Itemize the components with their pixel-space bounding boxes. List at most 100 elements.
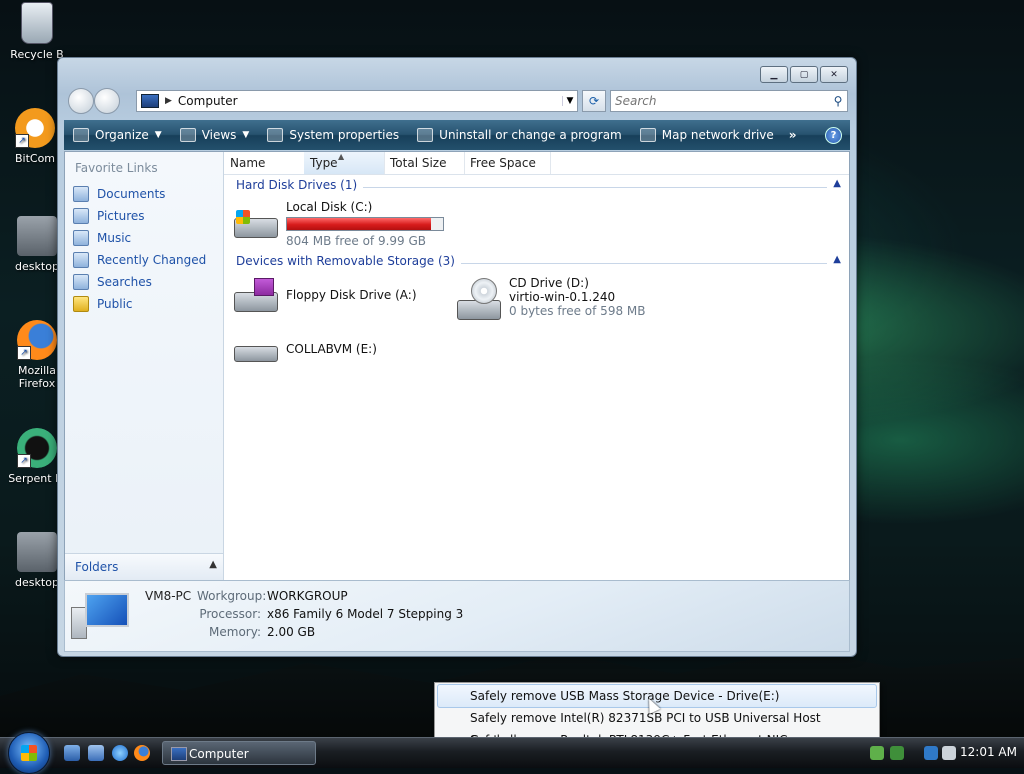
minimize-button[interactable]: ▁ (760, 66, 788, 83)
safely-remove-hardware-icon[interactable] (870, 746, 884, 760)
explorer-window: ▁ ▢ ✕ ▶ Computer ▼ ⟳ ⚲ Organize ▼ Views … (57, 57, 857, 657)
maximize-button[interactable]: ▢ (790, 66, 818, 83)
network-drive-icon (639, 128, 656, 142)
taskbar-button-computer[interactable]: Computer (162, 741, 316, 765)
drive-free-space: 804 MB free of 9.99 GB (286, 234, 427, 248)
organize-label: Organize (95, 128, 149, 142)
chevron-up-icon[interactable]: ▲ (833, 254, 841, 265)
network-icon[interactable] (924, 746, 938, 760)
explorer-content: Favorite Links Documents Pictures Music … (64, 151, 850, 581)
favorite-pictures[interactable]: Pictures (71, 205, 221, 227)
breadcrumb-arrow-icon[interactable]: ▶ (165, 96, 172, 106)
computer-name: VM8-PC (145, 589, 192, 603)
favorite-label: Pictures (97, 209, 145, 223)
map-network-drive-button[interactable]: Map network drive (631, 120, 783, 150)
close-button[interactable]: ✕ (820, 66, 848, 83)
column-total-size[interactable]: Total Size (384, 152, 465, 174)
chevron-up-icon[interactable]: ▲ (833, 178, 841, 189)
navigation-pane: Favorite Links Documents Pictures Music … (65, 152, 224, 580)
drive-local-disk-c[interactable]: Local Disk (C:) 804 MB free of 9.99 GB (232, 200, 444, 248)
recent-icon (73, 252, 89, 268)
group-title: Devices with Removable Storage (3) (236, 254, 461, 268)
hard-disk-icon (232, 208, 280, 242)
toolbar-overflow-button[interactable]: » (783, 128, 803, 142)
search-box: ⚲ (610, 90, 848, 112)
search-icon[interactable]: ⚲ (829, 94, 847, 108)
system-properties-icon (267, 128, 284, 142)
show-desktop-icon[interactable] (64, 745, 80, 761)
views-label: Views (201, 128, 237, 142)
shortcut-arrow-icon: ↗ (17, 454, 31, 468)
folder-icon (73, 296, 89, 312)
back-button[interactable] (68, 88, 94, 114)
favorite-music[interactable]: Music (71, 227, 221, 249)
internet-explorer-icon[interactable] (112, 745, 128, 761)
clock[interactable]: 12:01 AM (960, 745, 1017, 759)
workgroup-label: Workgroup: (197, 589, 267, 603)
favorite-searches[interactable]: Searches (71, 271, 221, 293)
disk-usage-fill (287, 218, 431, 230)
processor-value: x86 Family 6 Model 7 Stepping 3 (267, 607, 464, 621)
help-button[interactable]: ? (825, 127, 842, 144)
notification-area: 12:01 AM (862, 738, 1024, 768)
workgroup-value: WORKGROUP (267, 589, 348, 603)
address-text: Computer (177, 94, 238, 108)
column-header-row: Name ▲ Type Total Size Free Space (224, 152, 849, 175)
refresh-button[interactable]: ⟳ (582, 90, 606, 112)
system-properties-button[interactable]: System properties (258, 120, 408, 150)
firefox-icon[interactable] (134, 745, 150, 761)
views-button[interactable]: Views ▼ (171, 120, 259, 150)
drive-volume-label: virtio-win-0.1.240 (509, 290, 616, 304)
column-name[interactable]: Name (224, 152, 305, 174)
computer-icon (171, 747, 187, 761)
security-icon[interactable] (890, 746, 904, 760)
uninstall-label: Uninstall or change a program (439, 128, 622, 142)
favorite-label: Music (97, 231, 132, 245)
forward-button[interactable] (94, 88, 120, 114)
favorite-label: Searches (97, 275, 152, 289)
group-removable-storage[interactable]: Devices with Removable Storage (3) ▲ (224, 254, 849, 272)
drive-floppy-a[interactable]: Floppy Disk Drive (A:) (232, 278, 417, 312)
favorite-recently-changed[interactable]: Recently Changed (71, 249, 221, 271)
shortcut-arrow-icon: ↗ (17, 346, 31, 360)
favorite-label: Documents (97, 187, 166, 201)
music-icon (73, 230, 89, 246)
volume-muted-icon[interactable] (942, 746, 956, 760)
drive-name: Local Disk (C:) (286, 200, 373, 214)
drive-name: Floppy Disk Drive (A:) (286, 288, 417, 302)
search-input[interactable] (611, 93, 829, 109)
memory-value: 2.00 GB (267, 625, 316, 639)
minimize-icon: ▁ (770, 69, 778, 80)
searches-icon (73, 274, 89, 290)
firefox-icon: ↗ (17, 320, 57, 360)
address-dropdown-button[interactable]: ▼ (562, 96, 577, 106)
favorite-links-list: Documents Pictures Music Recently Change… (71, 183, 221, 315)
column-type[interactable]: ▲ Type (304, 152, 385, 174)
organize-icon (73, 128, 89, 142)
system-properties-label: System properties (289, 128, 400, 142)
drive-cd-d[interactable]: CD Drive (D:) virtio-win-0.1.240 0 bytes… (455, 276, 645, 322)
favorite-public[interactable]: Public (71, 293, 221, 315)
favorite-documents[interactable]: Documents (71, 183, 221, 205)
drive-collabvm-e[interactable]: COLLABVM (E:) (232, 336, 377, 370)
group-hard-disk-drives[interactable]: Hard Disk Drives (1) ▲ (224, 178, 849, 196)
cd-drive-icon (455, 278, 503, 322)
folders-toggle[interactable]: Folders ▲ (65, 553, 223, 580)
favorite-links-title: Favorite Links (75, 161, 158, 175)
memory-label: Memory: (209, 625, 261, 639)
disk-usage-bar (286, 217, 444, 231)
recycle-bin-icon (21, 2, 53, 44)
desktop-icon-recycle-bin[interactable]: Recycle B (2, 2, 72, 61)
serpent-icon: ↗ (17, 428, 57, 468)
switch-windows-icon[interactable] (88, 745, 104, 761)
settings-file-icon (17, 216, 57, 256)
drive-free-space: 0 bytes free of 598 MB (509, 304, 646, 318)
folders-label: Folders (75, 560, 119, 574)
uninstall-program-button[interactable]: Uninstall or change a program (408, 120, 631, 150)
chevron-down-icon: ▼ (242, 130, 250, 140)
column-free-space[interactable]: Free Space (464, 152, 551, 174)
address-bar[interactable]: ▶ Computer ▼ (136, 90, 578, 112)
organize-button[interactable]: Organize ▼ (64, 120, 171, 150)
views-icon (179, 128, 196, 142)
window-controls: ▁ ▢ ✕ (760, 66, 848, 83)
